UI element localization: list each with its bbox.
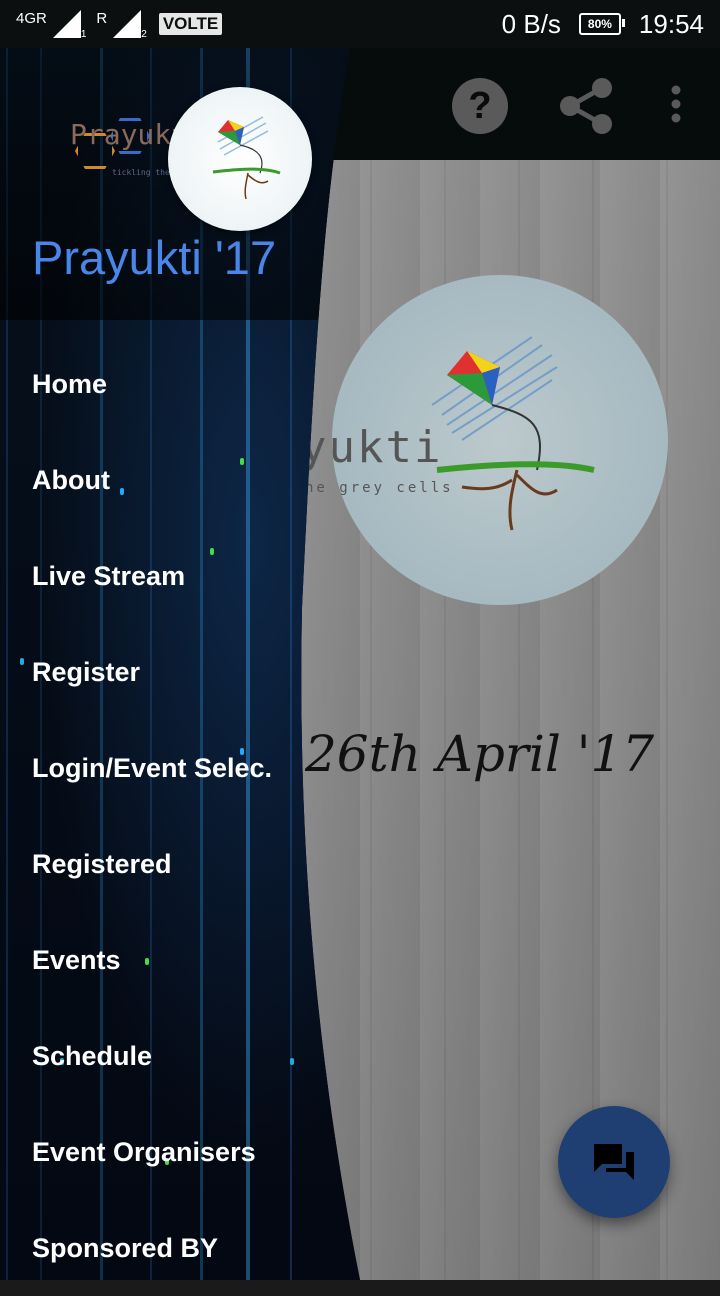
drawer-title: Prayukti '17	[32, 231, 277, 284]
battery-icon: 80%	[578, 13, 625, 35]
help-icon: ?	[452, 78, 508, 134]
menu-item-home[interactable]: Home	[0, 336, 360, 432]
help-button[interactable]: ?	[450, 76, 510, 136]
signal-icon-2	[113, 10, 142, 38]
sim1-label: 1	[80, 28, 87, 40]
signal-icon	[52, 10, 81, 38]
main-logo-text: yukti	[300, 422, 443, 473]
clock: 19:54	[638, 8, 704, 39]
battery-level: 80%	[587, 17, 612, 31]
volte-badge: VOLTE	[158, 13, 223, 35]
overflow-menu-button[interactable]	[646, 76, 706, 136]
menu-item-schedule[interactable]: Schedule	[0, 1008, 360, 1104]
menu-item-sponsored-by[interactable]: Sponsored BY	[0, 1200, 360, 1296]
chat-fab[interactable]	[558, 1106, 670, 1218]
kite-avatar-icon	[168, 87, 312, 231]
status-right: 0 B/s 80% 19:54	[502, 8, 704, 40]
menu-item-event-organisers[interactable]: Event Organisers	[0, 1104, 360, 1200]
main-logo-subtitle: he grey cells	[305, 480, 454, 496]
avatar[interactable]	[168, 87, 312, 231]
status-left: 4GR 1 R 2 VOLTE	[16, 8, 223, 40]
event-date: 26th April '17	[305, 725, 655, 783]
drawer-header: Prayukti tickling the grey cells Prayukt…	[0, 48, 360, 320]
share-button[interactable]	[556, 76, 616, 136]
sim2-label: 2	[141, 28, 147, 40]
status-bar: 4GR 1 R 2 VOLTE 0 B/s 80% 19:54	[0, 0, 720, 48]
overflow-menu-icon	[671, 85, 681, 123]
network-type: 4GR	[16, 9, 47, 27]
menu-item-events[interactable]: Events	[0, 912, 360, 1008]
share-icon	[560, 78, 612, 134]
roaming-label: R	[96, 9, 108, 27]
chat-icon	[594, 1144, 634, 1180]
network-speed: 0 B/s	[501, 8, 561, 39]
menu-item-about[interactable]: About	[0, 432, 360, 528]
